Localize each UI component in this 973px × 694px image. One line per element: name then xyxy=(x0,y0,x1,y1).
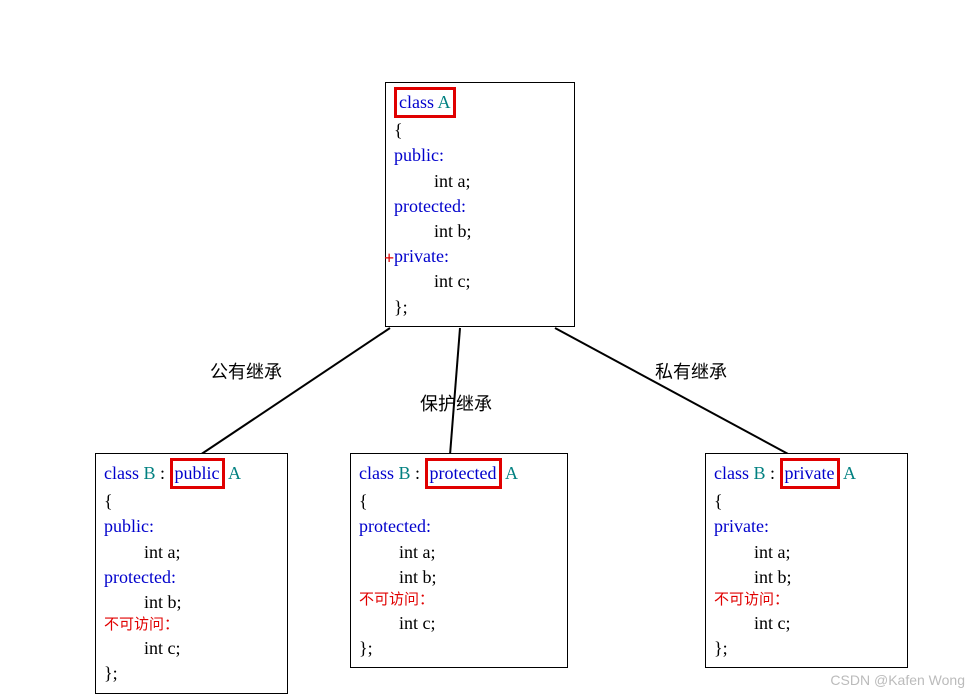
modifier-highlight: public xyxy=(170,458,225,489)
member-c: int c; xyxy=(399,611,559,636)
colon: : xyxy=(156,463,170,483)
open-brace: { xyxy=(714,489,899,514)
base-name: A xyxy=(505,463,518,483)
sec2-label: protected: xyxy=(104,565,279,590)
protected-child-box: class B : protected A { protected: int a… xyxy=(350,453,568,668)
open-brace: { xyxy=(359,489,559,514)
close-brace: }; xyxy=(104,661,279,686)
member-b: int b; xyxy=(754,565,899,590)
open-brace: { xyxy=(394,118,566,143)
close-brace: }; xyxy=(359,636,559,661)
base-name: A xyxy=(228,463,241,483)
class-name: B xyxy=(399,463,411,483)
public-child-box: class B : public A { public: int a; prot… xyxy=(95,453,288,694)
member-a: int a; xyxy=(399,540,559,565)
class-kw: class xyxy=(714,463,749,483)
class-kw: class xyxy=(399,92,434,112)
close-brace: }; xyxy=(394,295,566,320)
open-brace: { xyxy=(104,489,279,514)
label-public-inh: 公有继承 xyxy=(210,358,282,384)
watermark: CSDN @Kafen Wong xyxy=(830,672,965,688)
class-name: B xyxy=(144,463,156,483)
no-access-label: 不可访问： xyxy=(714,590,899,611)
no-access-label: 不可访问： xyxy=(359,590,559,611)
sec1-label: private: xyxy=(714,514,899,539)
class-kw: class xyxy=(104,463,139,483)
class-decl: class B : private A xyxy=(714,458,899,489)
sec1-label: protected: xyxy=(359,514,559,539)
class-name: B xyxy=(754,463,766,483)
label-protected-inh: 保护继承 xyxy=(420,390,492,416)
modifier-highlight: protected xyxy=(425,458,502,489)
protected-label: protected: xyxy=(394,194,566,219)
member-b: int b; xyxy=(144,590,279,615)
class-decl: class A xyxy=(394,87,566,118)
member-a: int a; xyxy=(144,540,279,565)
base-class-box: class A { public: int a; protected: int … xyxy=(385,82,575,327)
class-decl: class B : public A xyxy=(104,458,279,489)
plus-marker: + xyxy=(384,246,394,271)
member-c: int c; xyxy=(754,611,899,636)
member-b: int b; xyxy=(434,219,566,244)
member-b: int b; xyxy=(399,565,559,590)
class-kw: class xyxy=(359,463,394,483)
colon: : xyxy=(411,463,425,483)
private-child-box: class B : private A { private: int a; in… xyxy=(705,453,908,668)
private-label: private: xyxy=(394,246,449,266)
member-c: int c; xyxy=(144,636,279,661)
member-c: int c; xyxy=(434,269,566,294)
base-name: A xyxy=(843,463,856,483)
class-header-highlight: class A xyxy=(394,87,456,118)
no-access-label: 不可访问： xyxy=(104,615,279,636)
close-brace: }; xyxy=(714,636,899,661)
member-a: int a; xyxy=(754,540,899,565)
label-private-inh: 私有继承 xyxy=(655,358,727,384)
modifier-highlight: private xyxy=(780,458,840,489)
class-decl: class B : protected A xyxy=(359,458,559,489)
class-name: A xyxy=(438,92,451,112)
colon: : xyxy=(766,463,780,483)
public-label: public: xyxy=(394,143,566,168)
member-a: int a; xyxy=(434,169,566,194)
sec1-label: public: xyxy=(104,514,279,539)
